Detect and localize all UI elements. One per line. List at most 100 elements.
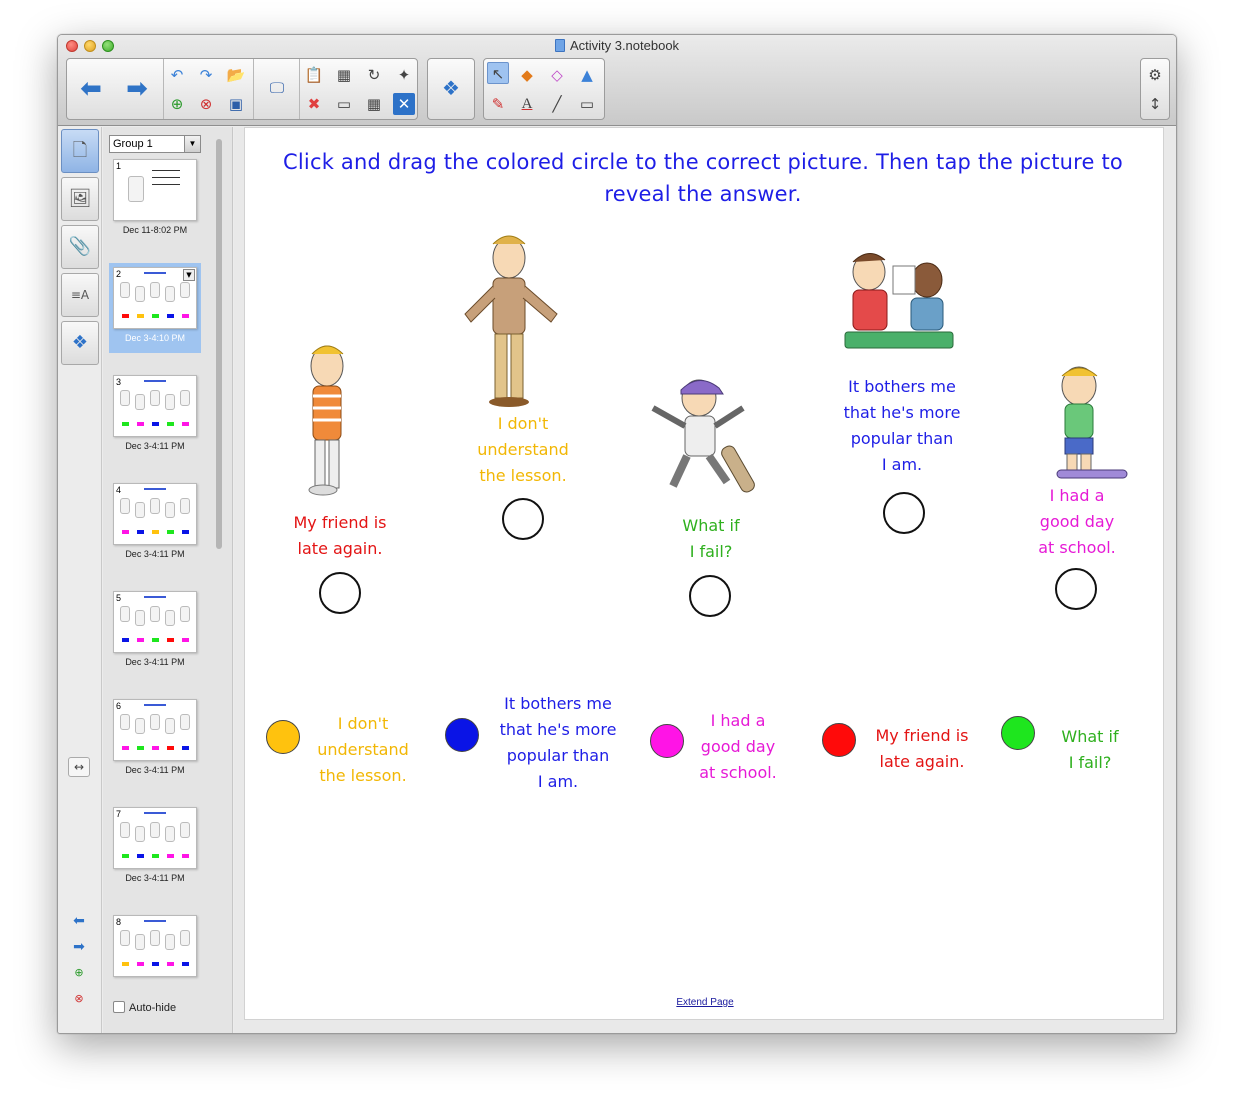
thumbnail-figure [165, 610, 175, 626]
character-label-5: I had a good day at school. [997, 483, 1157, 561]
page-sorter-tab[interactable]: 🗋 [61, 129, 99, 173]
expand-icon[interactable]: ↕ [1144, 93, 1166, 115]
redo-icon[interactable]: ↷ [195, 64, 217, 86]
gallery-tab[interactable]: 🖼 [61, 177, 99, 221]
page-date: Dec 3-4:11 PM [125, 873, 185, 883]
drag-circle-magenta[interactable] [650, 724, 684, 758]
shapes-icon[interactable]: ◆ [516, 64, 538, 86]
gear-icon[interactable]: ⚙ [1144, 64, 1166, 86]
text-icon[interactable]: A [516, 93, 538, 115]
next-page-icon[interactable]: ➡ [70, 939, 88, 955]
page-thumbnail[interactable]: 2 ▼ Dec 3-4:10 PM [109, 263, 201, 353]
sorter-scrollbar[interactable] [216, 139, 222, 549]
page-thumbnail[interactable]: 7 Dec 3-4:11 PM [109, 803, 201, 893]
previous-page-icon[interactable]: ⬅ [70, 913, 88, 929]
drag-circle-blue[interactable] [445, 718, 479, 752]
drag-circle-yellow[interactable] [266, 720, 300, 754]
pens-icon[interactable]: ✎ [487, 93, 509, 115]
thumbnail-figure [180, 282, 190, 298]
addons-tab[interactable]: ❖ [61, 321, 99, 365]
puzzle-icon: ❖ [71, 332, 89, 353]
add-page-icon[interactable]: ⊕ [70, 965, 88, 981]
magic-pen-icon[interactable]: ✦ [393, 64, 415, 86]
paste-icon[interactable]: 📋 [303, 64, 325, 86]
add-ons-icon[interactable]: ❖ [440, 77, 462, 99]
page-thumbnail[interactable]: 5 Dec 3-4:11 PM [109, 587, 201, 677]
properties-icon: ≡A [70, 288, 90, 302]
drop-target-4[interactable] [883, 492, 925, 534]
thumbnail-color-mark [167, 422, 174, 426]
answer-label-2-line-3: popular than [506, 746, 610, 765]
whiteboard-page[interactable]: Click and drag the colored circle to the… [244, 127, 1164, 1020]
character-figure-1[interactable] [287, 340, 383, 500]
drop-target-3[interactable] [689, 575, 731, 617]
page-thumbnail[interactable]: 4 Dec 3-4:11 PM [109, 479, 201, 569]
thumbnail-figure [150, 930, 160, 946]
attachments-tab[interactable]: 📎 [61, 225, 99, 269]
screen-capture-icon[interactable]: ▦ [333, 64, 355, 86]
save-icon[interactable]: ▣ [225, 93, 247, 115]
character-figure-3[interactable] [643, 368, 771, 508]
line-icon[interactable]: ╱ [546, 93, 568, 115]
autohide-toggle[interactable]: Auto-hide [113, 1001, 176, 1014]
drop-target-1[interactable] [319, 572, 361, 614]
new-page-icon[interactable]: ⊕ [166, 93, 188, 115]
page-thumbnail[interactable]: 3 Dec 3-4:11 PM [109, 371, 201, 461]
thumbnail-figure [135, 610, 145, 626]
thumbnail-figure [165, 826, 175, 842]
swap-side-button[interactable]: ↔ [68, 757, 90, 777]
thumbnail-color-mark [182, 638, 189, 642]
character-label-5-line-2: good day [1039, 512, 1115, 531]
thumbnail-color-mark [152, 422, 159, 426]
page-date: Dec 11-8:02 PM [122, 225, 188, 235]
page-thumbnail[interactable]: 6 Dec 3-4:11 PM [109, 695, 201, 785]
answer-label-2: It bothers me that he's more popular tha… [483, 691, 633, 795]
page-thumbnail[interactable]: 8 [109, 911, 201, 1001]
thumbnail-figure [180, 822, 190, 838]
extend-page-link[interactable]: Extend Page [245, 997, 1165, 1008]
thumbnail-figure [150, 282, 160, 298]
character-figure-2[interactable] [457, 232, 567, 412]
toolbar-tools-group: ↖ ◆ ◇ ▲ ✎ A ╱ ▭ [483, 58, 605, 120]
eraser2-icon[interactable]: ▭ [576, 93, 598, 115]
character-figure-4[interactable] [835, 240, 963, 358]
instruction-text: Click and drag the colored circle to the… [253, 146, 1153, 210]
table-icon[interactable]: ▦ [363, 93, 385, 115]
thumbnail-color-mark [152, 638, 159, 642]
back-arrow-icon[interactable]: ⬅ [69, 59, 113, 119]
thumbnail-color-mark [152, 746, 159, 750]
page-thumbnail[interactable]: 1 Dec 11-8:02 PM [109, 155, 201, 245]
drag-circle-green[interactable] [1001, 716, 1035, 750]
gallery-icon: 🖼 [68, 188, 92, 209]
group-select[interactable]: Group 1 ▼ [109, 135, 201, 153]
forward-arrow-icon[interactable]: ➡ [115, 59, 159, 119]
undo-icon[interactable]: ↶ [166, 64, 188, 86]
clear-icon[interactable]: ✕ [393, 93, 415, 115]
thumbnail-figure [128, 176, 144, 202]
character-figure-5[interactable] [1027, 360, 1137, 484]
open-icon[interactable]: 📂 [225, 64, 247, 86]
screen-shade-icon[interactable]: 🖵 [263, 77, 291, 99]
thumbnail-color-mark [122, 314, 129, 318]
character-label-5-line-1: I had a [1049, 486, 1105, 505]
fill-icon[interactable]: ▲ [576, 64, 598, 86]
drop-target-5[interactable] [1055, 568, 1097, 610]
select-icon[interactable]: ↖ [487, 62, 509, 84]
remove-page-icon[interactable]: ⊗ [70, 991, 88, 1007]
fullscreen-icon[interactable]: ▭ [333, 93, 355, 115]
drag-circle-red[interactable] [822, 723, 856, 757]
properties-tab[interactable]: ≡A [61, 273, 99, 317]
thumbnail-figure [150, 498, 160, 514]
thumbnail-title-line [144, 488, 166, 490]
autohide-checkbox[interactable] [113, 1001, 125, 1013]
rotate-icon[interactable]: ↻ [363, 64, 385, 86]
answer-label-2-line-1: It bothers me [504, 694, 612, 713]
title-bar: Activity 3.notebook ⬅ ➡ ↶ ↷ 📂 ⊕ ⊗ ▣ 🖵 📋 … [58, 35, 1176, 126]
delete-icon[interactable]: ✖ [303, 93, 325, 115]
character-label-4-line-1: It bothers me [848, 377, 956, 396]
delete-page-icon[interactable]: ⊗ [195, 93, 217, 115]
thumbnail-menu-icon[interactable]: ▼ [183, 269, 195, 281]
eraser-icon[interactable]: ◇ [546, 64, 568, 86]
page-number: 4 [116, 485, 122, 495]
drop-target-2[interactable] [502, 498, 544, 540]
